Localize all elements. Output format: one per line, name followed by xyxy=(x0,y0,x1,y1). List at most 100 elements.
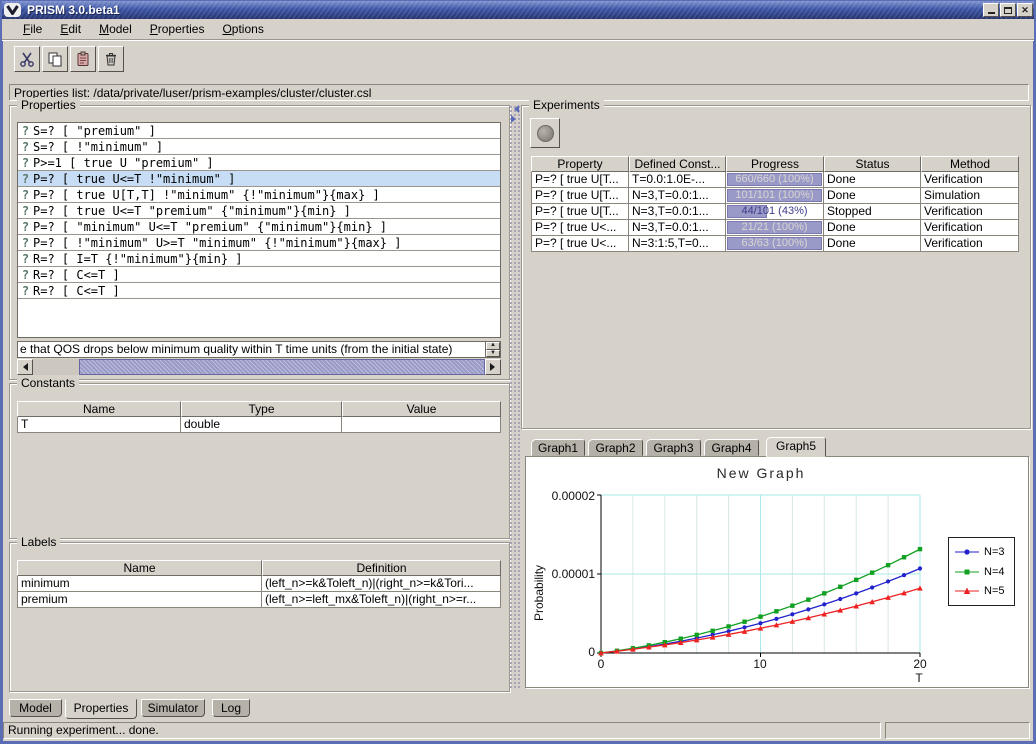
tab-graph2[interactable]: Graph2 xyxy=(588,439,643,456)
tab-graph1[interactable]: Graph1 xyxy=(531,439,585,456)
tab-log[interactable]: Log xyxy=(212,699,250,717)
toolbar xyxy=(2,40,1034,80)
experiment-row[interactable]: P=? [ true U[T... T=0.0:1.0E-... 660/660… xyxy=(531,172,1019,188)
properties-list: ?S=? [ "premium" ] ?S=? [ !"minimum" ] ?… xyxy=(17,122,501,338)
property-text: R=? [ C<=T ] xyxy=(33,284,120,298)
minimize-button[interactable] xyxy=(983,3,999,17)
copy-icon xyxy=(47,51,63,67)
menu-model[interactable]: Model xyxy=(90,20,141,38)
label-definition: (left_n>=left_mx&Toleft_n)|(right_n>=r..… xyxy=(262,592,501,608)
experiment-status: Done xyxy=(824,172,921,188)
tab-properties[interactable]: Properties xyxy=(65,699,137,719)
property-item[interactable]: ?R=? [ I=T {!"minimum"}{min} ] xyxy=(18,251,500,267)
property-item[interactable]: ?S=? [ !"minimum" ] xyxy=(18,139,500,155)
property-item[interactable]: ?P>=1 [ true U "premium" ] xyxy=(18,155,500,171)
chart-legend: N=3 N=4 N=5 xyxy=(948,537,1015,606)
menu-file[interactable]: File xyxy=(14,20,51,38)
experiment-method: Verification xyxy=(921,220,1019,236)
experiments-group-title: Experiments xyxy=(529,98,604,112)
constant-name: T xyxy=(17,417,181,433)
scroll-left-icon[interactable] xyxy=(17,359,33,375)
column-header[interactable]: Status xyxy=(824,156,921,172)
x-tick-label: 10 xyxy=(740,657,780,671)
experiment-row[interactable]: P=? [ true U[T... N=3,T=0.0:1... 44/101 … xyxy=(531,204,1019,220)
constant-row[interactable]: T double xyxy=(17,417,501,433)
legend-label: N=3 xyxy=(984,546,1005,558)
property-item[interactable]: ?S=? [ "premium" ] xyxy=(18,123,500,139)
experiment-method: Verification xyxy=(921,172,1019,188)
properties-list-path: Properties list: /data/private/luser/pri… xyxy=(9,84,1029,101)
label-definition: (left_n>=k&Toleft_n)|(right_n>=k&Tori... xyxy=(262,576,501,592)
experiment-property: P=? [ true U<... xyxy=(531,220,629,236)
delete-button[interactable] xyxy=(98,46,124,72)
property-item[interactable]: ?R=? [ C<=T ] xyxy=(18,283,500,299)
column-header[interactable]: Name xyxy=(17,401,181,417)
x-tick-label: 0 xyxy=(581,657,621,671)
scroll-right-icon[interactable] xyxy=(485,359,501,375)
experiment-constants: N=3:1:5,T=0... xyxy=(629,236,726,252)
legend-entry: N=5 xyxy=(954,585,1014,597)
experiment-row[interactable]: P=? [ true U[T... N=3,T=0.0:1... 101/101… xyxy=(531,188,1019,204)
menu-properties[interactable]: Properties xyxy=(141,20,214,38)
scrollbar-thumb[interactable] xyxy=(79,359,485,375)
question-icon: ? xyxy=(18,172,33,186)
column-header[interactable]: Property xyxy=(531,156,629,172)
experiment-property: P=? [ true U[T... xyxy=(531,188,629,204)
column-header[interactable]: Progress xyxy=(726,156,824,172)
prism-window: PRISM 3.0.beta1 ✕ File Edit Model Proper… xyxy=(0,0,1036,744)
property-text: P=? [ true U[T,T] !"minimum" {!"minimum"… xyxy=(33,188,380,202)
experiment-constants: N=3,T=0.0:1... xyxy=(629,188,726,204)
stop-experiment-button[interactable] xyxy=(530,118,560,148)
question-icon: ? xyxy=(18,124,33,138)
property-text: S=? [ !"minimum" ] xyxy=(33,140,163,154)
property-text: P>=1 [ true U "premium" ] xyxy=(33,156,214,170)
scrollbar-track[interactable] xyxy=(33,359,79,375)
copy-button[interactable] xyxy=(42,46,68,72)
menu-edit[interactable]: Edit xyxy=(51,20,90,38)
column-header[interactable]: Name xyxy=(17,560,262,576)
column-header[interactable]: Value xyxy=(342,401,501,417)
property-item[interactable]: ?P=? [ true U[T,T] !"minimum" {!"minimum… xyxy=(18,187,500,203)
label-row[interactable]: premium (left_n>=left_mx&Toleft_n)|(righ… xyxy=(17,592,501,608)
question-icon: ? xyxy=(18,204,33,218)
label-row[interactable]: minimum (left_n>=k&Toleft_n)|(right_n>=k… xyxy=(17,576,501,592)
property-text: P=? [ true U<=T !"minimum" ] xyxy=(33,172,235,186)
experiment-row[interactable]: P=? [ true U<... N=3,T=0.0:1... 21/21 (1… xyxy=(531,220,1019,236)
y-tick-label: 0.00002 xyxy=(533,489,595,503)
tab-graph5[interactable]: Graph5 xyxy=(766,437,826,457)
column-header[interactable]: Definition xyxy=(262,560,501,576)
close-button[interactable]: ✕ xyxy=(1017,3,1033,17)
property-item-selected[interactable]: ?P=? [ true U<=T !"minimum" ] xyxy=(18,171,500,187)
tab-simulator[interactable]: Simulator xyxy=(141,699,205,717)
paste-button[interactable] xyxy=(70,46,96,72)
column-header[interactable]: Defined Const... xyxy=(629,156,726,172)
question-icon: ? xyxy=(18,140,33,154)
tab-graph3[interactable]: Graph3 xyxy=(646,439,701,456)
window-menu-icon[interactable] xyxy=(4,3,21,17)
spinner-up-icon[interactable]: ▲ xyxy=(486,342,500,350)
splitter-collapse-right-icon[interactable] xyxy=(511,115,520,123)
property-text: P=? [ true U<=T "premium" {"minimum"}{mi… xyxy=(33,204,351,218)
constants-header-row: Name Type Value xyxy=(17,401,501,417)
experiment-row[interactable]: P=? [ true U<... N=3:1:5,T=0... 63/63 (1… xyxy=(531,236,1019,252)
property-item[interactable]: ?P=? [ true U<=T "premium" {"minimum"}{m… xyxy=(18,203,500,219)
progress-bar: 44/101 (43%) xyxy=(726,204,824,220)
x-tick-label: 20 xyxy=(900,657,940,671)
maximize-button[interactable] xyxy=(1000,3,1016,17)
experiment-method: Verification xyxy=(921,204,1019,220)
question-icon: ? xyxy=(18,252,33,266)
property-description-field[interactable]: e that QOS drops below minimum quality w… xyxy=(17,341,501,358)
tab-model[interactable]: Model xyxy=(9,699,62,717)
tab-graph4[interactable]: Graph4 xyxy=(704,439,759,456)
column-header[interactable]: Type xyxy=(181,401,342,417)
splitter-collapse-left-icon[interactable] xyxy=(510,105,519,113)
question-icon: ? xyxy=(18,236,33,250)
property-item[interactable]: ?P=? [ "minimum" U<=T "premium" {"minimu… xyxy=(18,219,500,235)
cut-button[interactable] xyxy=(14,46,40,72)
spinner-down-icon[interactable]: ▼ xyxy=(486,350,500,358)
panel-splitter[interactable] xyxy=(509,105,520,690)
property-item[interactable]: ?R=? [ C<=T ] xyxy=(18,267,500,283)
property-item[interactable]: ?P=? [ !"minimum" U>=T "minimum" {!"mini… xyxy=(18,235,500,251)
menu-options[interactable]: Options xyxy=(213,20,272,38)
column-header[interactable]: Method xyxy=(921,156,1019,172)
